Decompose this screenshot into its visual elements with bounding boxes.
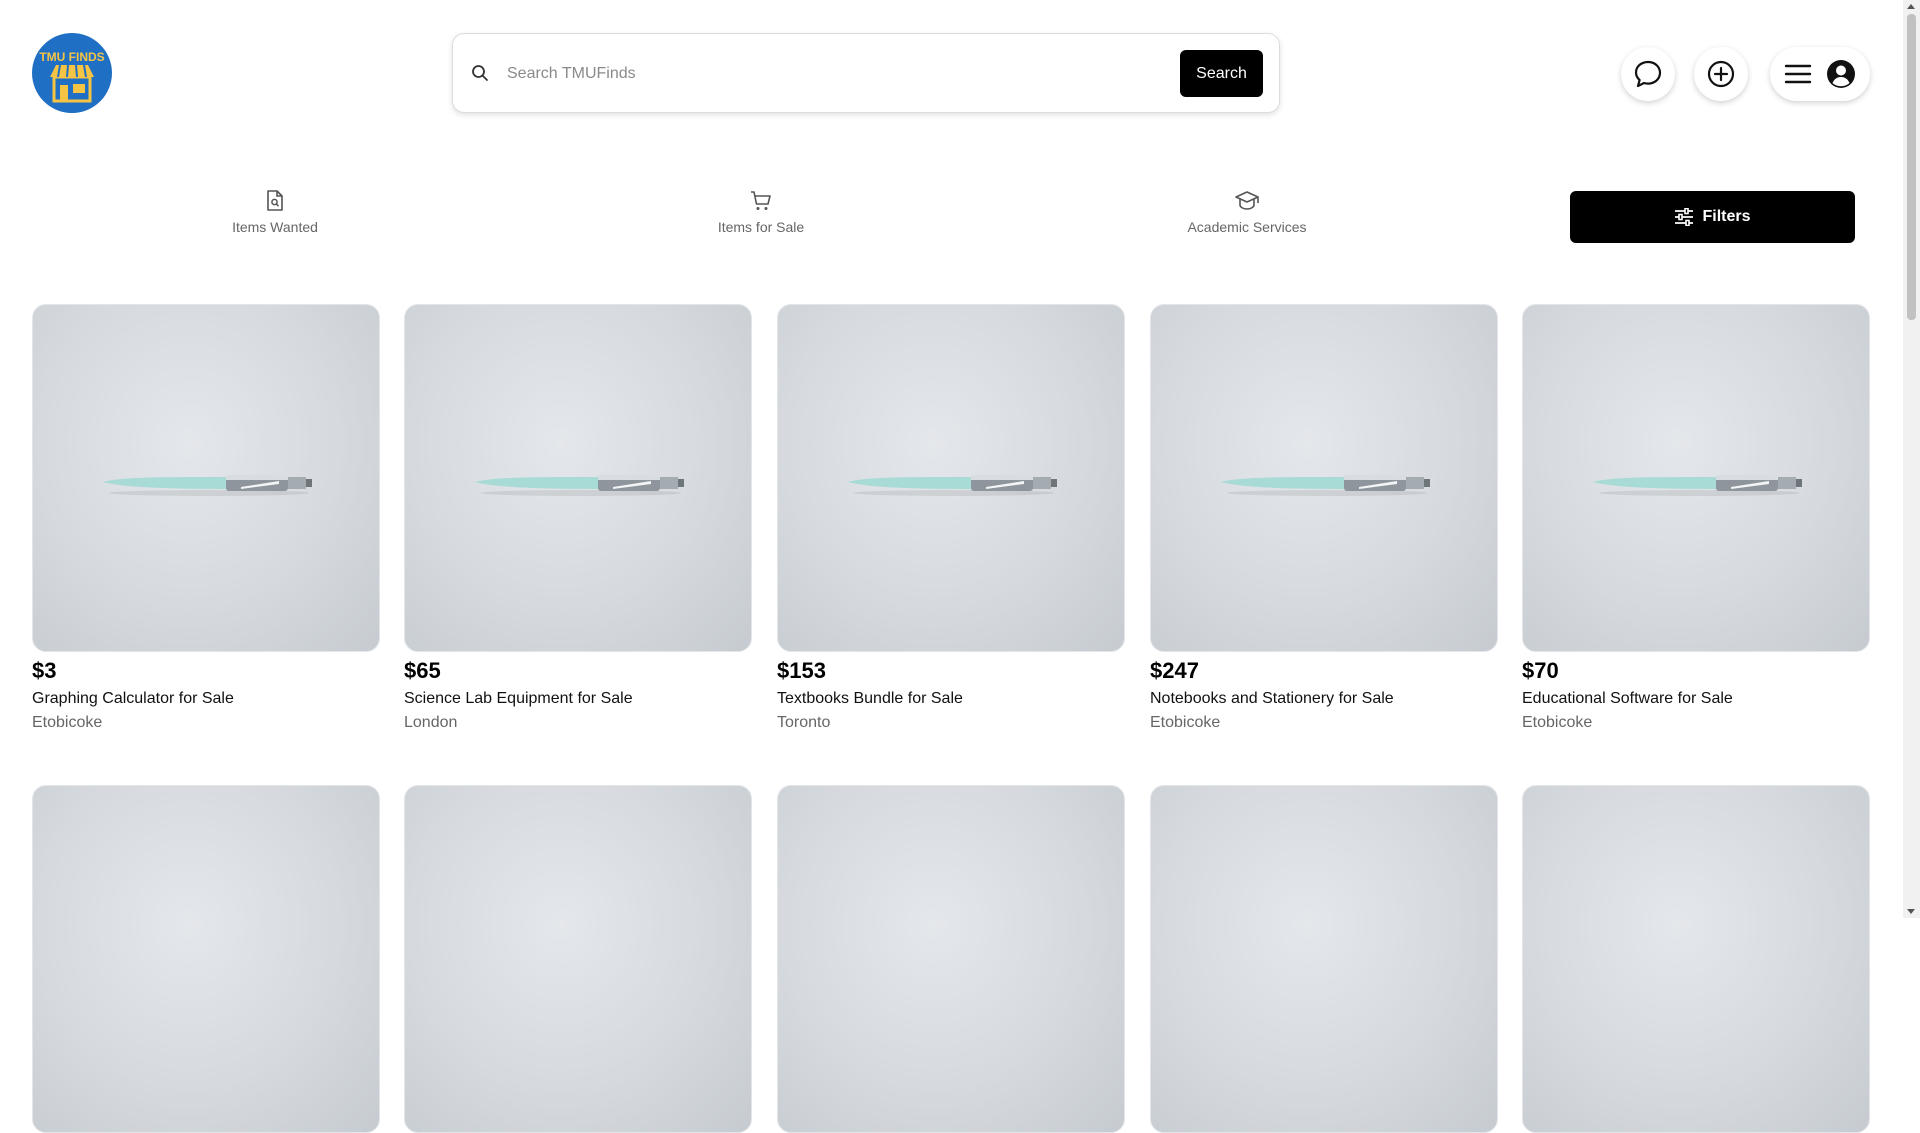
listing-card[interactable]: $153 Textbooks Bundle for Sale Toronto xyxy=(777,304,1125,732)
listing-location: Toronto xyxy=(777,714,831,731)
listing-title[interactable]: Educational Software for Sale xyxy=(1522,690,1870,708)
listing-price: $153 xyxy=(777,658,826,683)
messages-button[interactable] xyxy=(1621,47,1675,101)
listing-image[interactable] xyxy=(777,785,1125,1133)
listing-location: Etobicoke xyxy=(1522,714,1593,731)
search-button[interactable]: Search xyxy=(1180,50,1263,97)
category-items-for-sale[interactable]: Items for Sale xyxy=(661,189,861,235)
graduation-cap-icon xyxy=(1235,191,1259,210)
page-scrollbar[interactable] xyxy=(1903,0,1920,918)
search-bar: Search xyxy=(452,33,1280,113)
pen-image xyxy=(848,475,1057,496)
listing-card[interactable] xyxy=(1522,785,1870,1133)
sliders-icon xyxy=(1675,208,1694,226)
chat-icon xyxy=(1634,60,1662,88)
listing-image[interactable] xyxy=(404,304,752,652)
listing-price: $3 xyxy=(32,658,57,683)
listing-image[interactable] xyxy=(32,304,380,652)
filters-button[interactable]: Filters xyxy=(1570,191,1855,243)
document-search-icon xyxy=(267,190,283,211)
category-label: Academic Services xyxy=(1187,219,1307,235)
listing-card[interactable] xyxy=(777,785,1125,1133)
listing-location: Etobicoke xyxy=(32,714,103,731)
listing-card[interactable] xyxy=(32,785,380,1133)
listing-image[interactable] xyxy=(404,785,752,1133)
add-listing-button[interactable] xyxy=(1694,47,1748,101)
user-icon xyxy=(1827,60,1855,88)
listing-price: $247 xyxy=(1150,658,1199,683)
storefront-icon xyxy=(50,64,94,103)
listing-image[interactable] xyxy=(32,785,380,1133)
account-menu-button[interactable] xyxy=(1770,47,1870,101)
listing-card[interactable]: $65 Science Lab Equipment for Sale Londo… xyxy=(404,304,752,732)
listing-card[interactable] xyxy=(1150,785,1498,1133)
listing-card[interactable]: $3 Graphing Calculator for Sale Etobicok… xyxy=(32,304,380,732)
scroll-down-arrow-icon[interactable] xyxy=(1907,909,1915,914)
listing-image[interactable] xyxy=(1150,785,1498,1133)
listing-title[interactable]: Science Lab Equipment for Sale xyxy=(404,690,752,708)
listing-location: London xyxy=(404,714,458,731)
listing-location: Etobicoke xyxy=(1150,714,1221,731)
pen-image xyxy=(475,475,684,496)
listing-image[interactable] xyxy=(1150,304,1498,652)
filters-label: Filters xyxy=(1702,208,1751,225)
category-label: Items Wanted xyxy=(232,219,318,235)
add-icon xyxy=(1707,60,1735,88)
listing-card[interactable]: $70 Educational Software for Sale Etobic… xyxy=(1522,304,1870,732)
logo-text: TMU FINDS xyxy=(39,50,105,64)
listing-price: $65 xyxy=(404,658,441,683)
pen-image xyxy=(103,475,312,496)
listing-card[interactable]: $247 Notebooks and Stationery for Sale E… xyxy=(1150,304,1498,732)
listing-image[interactable] xyxy=(777,304,1125,652)
pen-image xyxy=(1593,475,1802,496)
pen-image xyxy=(1221,475,1430,496)
listing-title[interactable]: Textbooks Bundle for Sale xyxy=(777,690,1125,708)
listing-image[interactable] xyxy=(1522,304,1870,652)
logo[interactable]: TMU FINDS xyxy=(32,33,112,113)
listing-price: $70 xyxy=(1522,658,1559,683)
search-input[interactable] xyxy=(505,56,1109,92)
category-label: Items for Sale xyxy=(717,219,805,235)
listing-card[interactable] xyxy=(404,785,752,1133)
listing-title[interactable]: Notebooks and Stationery for Sale xyxy=(1150,690,1498,708)
scroll-up-arrow-icon[interactable] xyxy=(1907,4,1915,9)
search-icon xyxy=(472,65,488,81)
listing-title[interactable]: Graphing Calculator for Sale xyxy=(32,690,380,708)
category-items-wanted[interactable]: Items Wanted xyxy=(175,189,375,235)
scrollbar-thumb[interactable] xyxy=(1907,14,1916,320)
cart-icon xyxy=(751,191,771,210)
listing-image[interactable] xyxy=(1522,785,1870,1133)
category-academic-services[interactable]: Academic Services xyxy=(1147,189,1347,235)
menu-icon xyxy=(1784,64,1812,84)
